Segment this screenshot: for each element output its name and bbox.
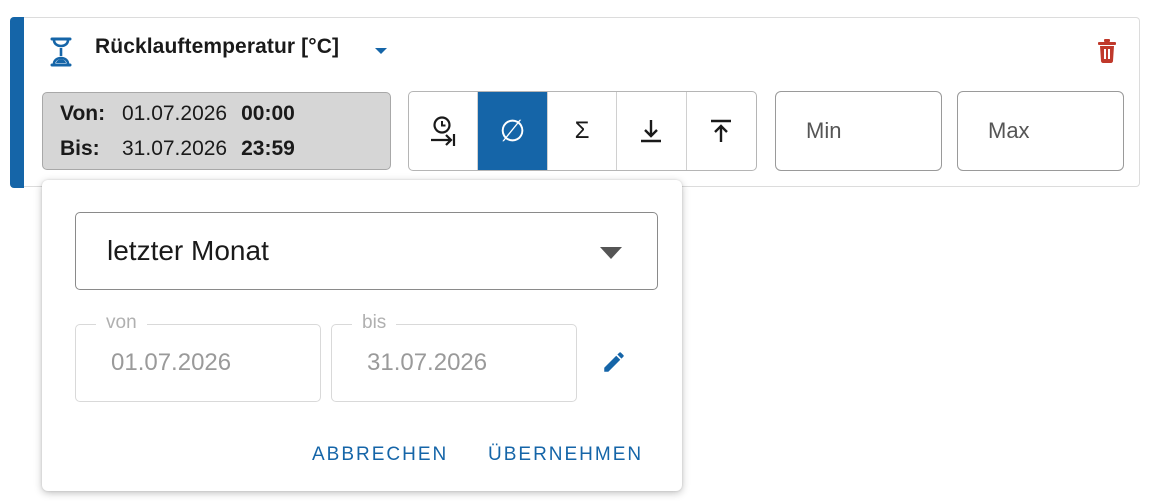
apply-button[interactable]: ÜBERNEHMEN	[488, 444, 643, 466]
to-date-value: 31.07.2026	[367, 349, 488, 376]
to-date-field: bis 31.07.2026	[331, 312, 577, 402]
range-from-row: Von: 01.07.2026 00:00	[60, 102, 295, 126]
chevron-down-icon[interactable]	[374, 46, 388, 56]
aggregation-toggle-group: ∅ Σ	[408, 91, 757, 171]
sum-icon: Σ	[574, 117, 590, 144]
timeline-icon	[431, 116, 456, 146]
range-from-date: 01.07.2026	[122, 102, 228, 125]
min-input[interactable]	[775, 91, 942, 171]
pencil-icon[interactable]	[601, 349, 627, 375]
to-date-legend: bis	[352, 312, 397, 334]
aggregation-max-button[interactable]	[687, 92, 756, 170]
chevron-down-icon	[600, 247, 622, 259]
from-date-field: von 01.07.2026	[75, 312, 321, 402]
range-to-date: 31.07.2026	[122, 137, 228, 160]
aggregation-average-button[interactable]: ∅	[478, 92, 548, 170]
range-to-time: 23:59	[241, 137, 295, 160]
from-date-legend: von	[96, 312, 147, 334]
date-range-popup: letzter Monat von 01.07.2026 bis 31.07.2…	[42, 180, 682, 491]
aggregation-sum-button[interactable]: Σ	[548, 92, 618, 170]
minimum-icon	[641, 120, 662, 143]
card-accent-bar	[10, 17, 24, 188]
range-to-label: Bis:	[60, 137, 100, 160]
average-icon: ∅	[499, 114, 526, 148]
maximum-icon	[711, 119, 732, 142]
range-from-label: Von:	[60, 102, 106, 125]
max-input[interactable]	[957, 91, 1124, 171]
series-title: Rücklauftemperatur [°C]	[95, 35, 340, 58]
period-select-value: letzter Monat	[107, 235, 269, 266]
trash-icon[interactable]	[1097, 39, 1117, 63]
date-range-toggle[interactable]: Von: 01.07.2026 00:00 Bis: 31.07.2026 23:59	[42, 92, 391, 170]
range-to-row: Bis: 31.07.2026 23:59	[60, 137, 295, 161]
range-from-time: 00:00	[241, 102, 295, 125]
hourglass-icon	[50, 37, 72, 67]
from-date-value: 01.07.2026	[111, 349, 232, 376]
aggregation-timeline-button[interactable]	[409, 92, 479, 170]
cancel-button[interactable]: ABBRECHEN	[312, 444, 448, 466]
period-select[interactable]: letzter Monat	[75, 212, 658, 290]
aggregation-min-button[interactable]	[617, 92, 687, 170]
